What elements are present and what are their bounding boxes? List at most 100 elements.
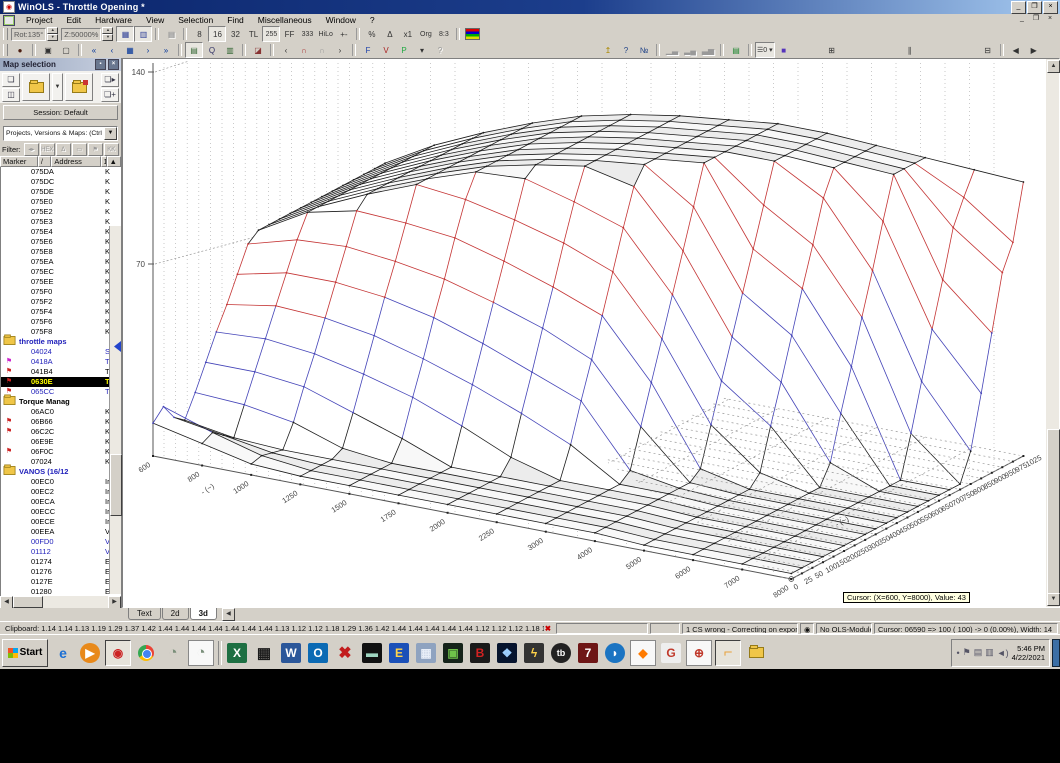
byteorder-button[interactable]: HiLo — [316, 26, 334, 42]
map-row[interactable]: 0127E E — [1, 577, 121, 587]
map-overview-button[interactable]: ▤ — [185, 42, 203, 58]
map-row[interactable]: 075F2 K — [1, 297, 121, 307]
zoom-spinner[interactable]: ▲ ▼ — [102, 27, 114, 41]
prev-map-button[interactable]: ‹ — [103, 42, 121, 58]
map-row[interactable]: ⚑ 041B4 T — [1, 367, 121, 377]
start-button[interactable]: Start — [2, 638, 48, 667]
menu-[interactable]: ? — [363, 15, 382, 25]
taskbar-capture-b[interactable]: ◔ — [188, 639, 214, 666]
tray-clock[interactable]: 5:46 PM 4/22/2021 — [1012, 644, 1045, 662]
taskbar-capture-a[interactable]: ◔ — [161, 641, 185, 665]
restore-button[interactable]: ❐ — [1027, 0, 1042, 14]
chart-scroll-thumb[interactable] — [1047, 429, 1060, 596]
width-32bit-button[interactable]: 32 — [226, 26, 244, 42]
tab-3d[interactable]: 3d — [189, 608, 217, 620]
first-map-button[interactable]: « — [85, 42, 103, 58]
chart-scroll-down[interactable]: ▼ — [1047, 593, 1060, 606]
taskbar-pe-app[interactable]: E — [387, 641, 411, 665]
map-row[interactable]: 01112 V — [1, 547, 121, 557]
taskbar-chrome[interactable] — [134, 641, 158, 665]
menu-window[interactable]: Window — [319, 15, 363, 25]
eye-icon[interactable]: ◉ — [800, 623, 814, 634]
view-3d-button[interactable]: ▦ — [116, 26, 135, 42]
context-help-button[interactable]: № — [635, 42, 653, 58]
map-row[interactable]: 075E3 K — [1, 217, 121, 227]
map-row[interactable]: 04024 S — [1, 347, 121, 357]
map-row[interactable]: 00ECC Ir — [1, 507, 121, 517]
next-map-button[interactable]: › — [139, 42, 157, 58]
hscroll-left-arrow[interactable]: ◀ — [0, 595, 13, 609]
map-row[interactable]: 01280 E — [1, 587, 121, 596]
compare-button[interactable]: 8:3 — [435, 26, 453, 42]
map-row[interactable]: 075F0 K — [1, 287, 121, 297]
map-grid-button[interactable]: ▦ — [121, 42, 139, 58]
map-row[interactable]: ⚑ 06B66 K — [1, 417, 121, 427]
project-button[interactable]: P — [395, 42, 413, 58]
close-button[interactable]: × — [1043, 0, 1058, 14]
toolbar-grip[interactable] — [3, 28, 8, 40]
map-folder-row[interactable]: throttle maps — [1, 334, 121, 347]
save-project-button[interactable]: ◫ — [2, 87, 20, 102]
filter-kk-button[interactable]: KK — [103, 143, 119, 156]
panel-close-button[interactable]: × — [108, 59, 119, 70]
tray-icon-2[interactable]: ▤ — [974, 647, 983, 658]
taskbar-7zip[interactable]: 7 — [576, 641, 600, 665]
map-row[interactable]: 075EA K — [1, 257, 121, 267]
filter-nav-button[interactable]: ◂▸ — [23, 143, 39, 156]
filter-hex-button[interactable]: HEX — [39, 143, 55, 156]
last-map-button[interactable]: » — [157, 42, 175, 58]
import-file-button[interactable] — [65, 73, 93, 101]
percent-button[interactable]: % — [363, 26, 381, 42]
table-merge-button[interactable]: ⊟ — [979, 42, 997, 58]
panel-pin-button[interactable]: ▪ — [95, 59, 106, 70]
undo-button[interactable]: ∩ — [295, 42, 313, 58]
menu-miscellaneous[interactable]: Miscellaneous — [251, 15, 319, 25]
menu-edit[interactable]: Edit — [59, 15, 88, 25]
new-project-button[interactable]: ❏ — [2, 72, 20, 87]
open-project-button[interactable] — [22, 73, 50, 101]
chart-vscrollbar[interactable]: ▲ ▼ — [1046, 59, 1060, 607]
map-folder-row[interactable]: VANOS (16/12 — [1, 464, 121, 477]
menu-selection[interactable]: Selection — [171, 15, 220, 25]
scope-combobox[interactable]: Projects, Versions & Maps: (Ctrl ▼ — [3, 126, 118, 141]
width-8bit-button[interactable]: 8 — [190, 26, 208, 42]
tab-prev-button[interactable]: ◀ — [1007, 42, 1025, 58]
map-row[interactable]: 00FD0 V — [1, 537, 121, 547]
sync-view-button[interactable]: ▦ — [162, 26, 180, 42]
view-table-button[interactable]: ▥ — [134, 26, 153, 42]
map-row[interactable]: 075E4 K — [1, 227, 121, 237]
taskbar-cubes-app[interactable]: ❖ — [495, 641, 519, 665]
map-row[interactable]: 075E0 K — [1, 197, 121, 207]
map-row[interactable]: 075F6 K — [1, 317, 121, 327]
redo-button[interactable]: ∩ — [313, 42, 331, 58]
tab-text[interactable]: Text — [128, 608, 161, 620]
taskbar-ie[interactable]: e — [51, 641, 75, 665]
scope-combobox-arrow[interactable]: ▼ — [104, 127, 117, 140]
taskbar-word[interactable]: W — [279, 641, 303, 665]
print-button[interactable]: ▥ — [221, 42, 239, 58]
map-row[interactable]: 01274 E — [1, 557, 121, 567]
map-row[interactable]: 00ECE Ir — [1, 517, 121, 527]
map-row[interactable]: 07024 K — [1, 457, 121, 467]
map-row[interactable]: 06AC0 K — [1, 407, 121, 417]
map-row[interactable]: 06E9E K — [1, 437, 121, 447]
tab-2d[interactable]: 2d — [161, 608, 189, 620]
colorbars-button[interactable] — [463, 26, 482, 42]
taskbar-settings-wrench[interactable]: ⌐ — [715, 639, 741, 666]
rotation-spinner[interactable]: ▲ ▼ — [47, 27, 59, 41]
add-version-button[interactable]: ❏+ — [101, 87, 119, 102]
taskbar-photo-app[interactable]: ϟ — [522, 641, 546, 665]
mdi-minimize-button[interactable]: _ — [1016, 15, 1028, 25]
import-data-button[interactable]: ↥ — [599, 42, 617, 58]
sign-button[interactable]: +- — [335, 26, 353, 42]
table-rows-button[interactable]: ∥ — [901, 42, 919, 58]
mdi-close-button[interactable]: × — [1044, 15, 1056, 25]
tab-scroll-left[interactable]: ◀ — [221, 608, 235, 621]
map-row[interactable]: 00EC2 Ir — [1, 487, 121, 497]
hscroll-thumb[interactable] — [13, 596, 43, 608]
map-row[interactable]: ⚑ 065CC T — [1, 387, 121, 397]
taskbar-chip-tool[interactable]: ▦ — [252, 641, 276, 665]
taskbar-g-app[interactable]: G — [659, 641, 683, 665]
taskbar-b-app[interactable]: B — [468, 641, 492, 665]
taskbar-map-app[interactable]: ▣ — [441, 641, 465, 665]
